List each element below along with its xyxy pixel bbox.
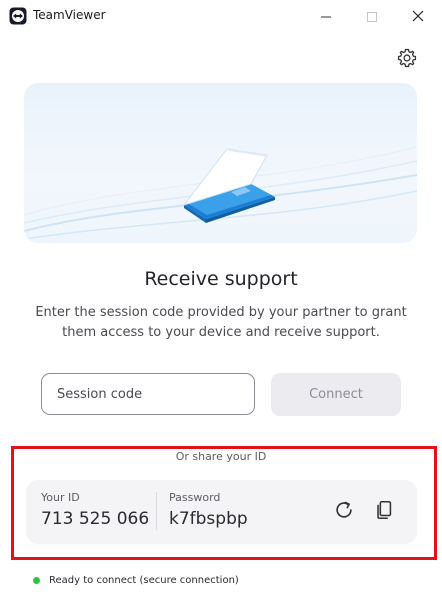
- refresh-icon: [333, 499, 355, 525]
- devices-illustration: [24, 146, 417, 240]
- your-id-value: 713 525 066: [41, 509, 150, 529]
- hero-banner: [24, 83, 417, 243]
- refresh-password-button[interactable]: [332, 500, 356, 524]
- field-divider: [156, 492, 157, 530]
- app-title: TeamViewer: [33, 8, 106, 22]
- settings-button[interactable]: [396, 47, 418, 69]
- your-id-label: Your ID: [41, 491, 80, 504]
- minimize-icon: [321, 7, 331, 26]
- status-indicator-icon: [33, 577, 40, 584]
- copy-icon: [373, 499, 395, 525]
- maximize-icon: [367, 7, 377, 26]
- password-value: k7fbspbp: [169, 509, 248, 529]
- close-button[interactable]: [395, 0, 441, 32]
- title-bar: TeamViewer: [0, 0, 442, 32]
- gear-icon: [396, 48, 418, 73]
- teamviewer-logo-icon: [9, 7, 27, 25]
- password-label: Password: [169, 491, 221, 504]
- share-id-label: Or share your ID: [175, 450, 267, 463]
- page-title: Receive support: [144, 268, 298, 290]
- status-text: Ready to connect (secure connection): [49, 575, 239, 586]
- session-code-input[interactable]: [41, 373, 255, 415]
- instructions-text: Enter the session code provided by your …: [35, 305, 407, 340]
- id-card: Your ID 713 525 066 Password k7fbspbp: [26, 480, 417, 544]
- connection-status: Ready to connect (secure connection): [33, 575, 239, 586]
- minimize-button[interactable]: [303, 0, 349, 32]
- maximize-button[interactable]: [349, 0, 395, 32]
- close-icon: [412, 7, 424, 26]
- connect-button[interactable]: Connect: [271, 373, 401, 416]
- copy-credentials-button[interactable]: [372, 500, 396, 524]
